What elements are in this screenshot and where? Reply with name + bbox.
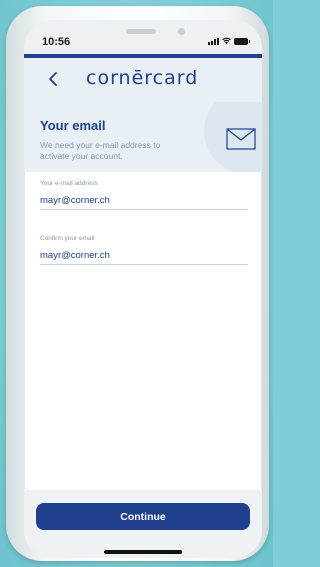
confirm-email-input[interactable]: [40, 249, 250, 264]
battery-icon: [234, 38, 250, 45]
continue-button[interactable]: Continue: [36, 503, 250, 530]
status-time: 10:56: [42, 36, 71, 48]
status-icons: [208, 37, 250, 45]
email-field: Your e-mail address: [40, 180, 250, 210]
intro-section: Your email We need your e-mail address t…: [24, 102, 262, 172]
chevron-left-icon[interactable]: [46, 70, 62, 88]
home-indicator[interactable]: [104, 550, 182, 554]
app-screen: 10:56 cornērcard Your email We need your…: [24, 20, 262, 558]
envelope-icon: [226, 128, 256, 150]
speaker-grille: [126, 29, 156, 34]
cellular-signal-icon: [208, 38, 219, 45]
wifi-icon: [222, 37, 231, 45]
page-title: Your email: [40, 118, 106, 133]
confirm-email-field-label: Confirm your email: [40, 235, 95, 242]
email-field-label: Your e-mail address: [40, 180, 98, 187]
phone-frame: 10:56 cornērcard Your email We need your…: [6, 6, 269, 561]
email-input[interactable]: [40, 194, 250, 209]
status-bar: 10:56: [24, 20, 262, 54]
app-header: cornērcard: [24, 58, 262, 102]
front-camera: [178, 28, 185, 35]
brand-logo: cornērcard: [86, 67, 199, 89]
page-description: We need your e-mail address to activate …: [40, 140, 161, 161]
confirm-email-field: Confirm your email: [40, 235, 250, 265]
